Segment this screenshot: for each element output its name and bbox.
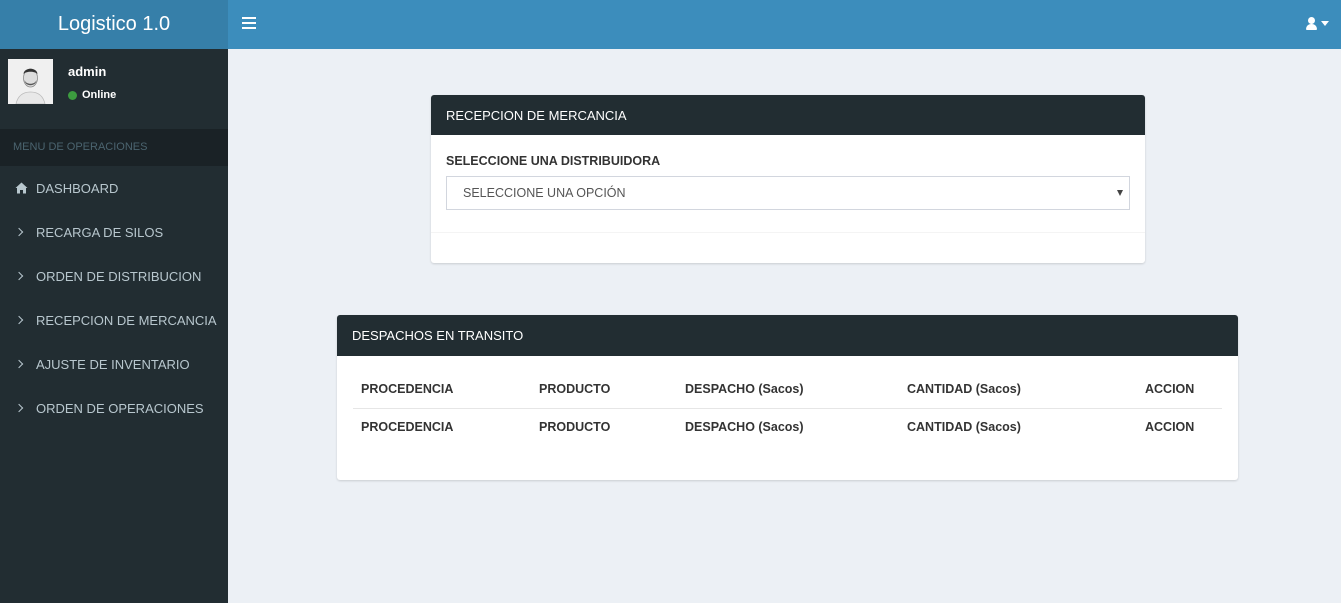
- top-navbar: [228, 0, 1341, 49]
- app-title: Logistico 1.0: [57, 13, 171, 35]
- chevron-right-icon: [14, 271, 24, 281]
- sidebar-item-dashboard[interactable]: DASHBOARD: [0, 166, 228, 210]
- status-label: Online: [82, 89, 117, 101]
- column-header[interactable]: DESPACHO (Sacos): [685, 382, 804, 396]
- column-header[interactable]: ACCION: [1145, 382, 1194, 396]
- column-header[interactable]: PROCEDENCIA: [361, 382, 453, 396]
- distributor-field-label: SELECCIONE UNA DISTRIBUIDORA: [446, 154, 661, 168]
- column-header[interactable]: CANTIDAD (Sacos): [907, 382, 1021, 396]
- sidebar-item-label: DASHBOARD: [36, 180, 119, 196]
- username[interactable]: admin: [68, 64, 106, 79]
- sidebar: admin Online MENU DE OPERACIONES DASHBOA…: [0, 49, 228, 603]
- column-footer: PROCEDENCIA: [361, 420, 454, 434]
- dropdown-arrow-icon: [1117, 190, 1123, 196]
- chevron-right-icon: [14, 315, 24, 325]
- distributor-select-value: SELECCIONE UNA OPCIÓN: [463, 186, 626, 200]
- box-footer-divider: [431, 232, 1145, 233]
- column-header[interactable]: PRODUCTO: [539, 382, 610, 396]
- table-footer-row: PROCEDENCIA PRODUCTO DESPACHO (Sacos) CA…: [353, 409, 1222, 446]
- chevron-right-icon: [14, 403, 24, 413]
- sidebar-item-orden-de-distribucion[interactable]: ORDEN DE DISTRIBUCION: [0, 254, 228, 298]
- column-footer: PRODUCTO: [539, 420, 611, 434]
- menu-header: MENU DE OPERACIONES: [0, 129, 228, 166]
- sidebar-item-label: ORDEN DE DISTRIBUCION: [36, 268, 202, 284]
- distributor-select[interactable]: SELECCIONE UNA OPCIÓN: [446, 176, 1130, 210]
- dispatches-table: PROCEDENCIA PRODUCTO DESPACHO (Sacos) CA…: [353, 372, 1222, 446]
- app-logo[interactable]: Logistico 1.0: [0, 0, 228, 49]
- user-panel: admin Online: [0, 49, 228, 129]
- dispatches-box: DESPACHOS EN TRANSITO PROCEDENCIA PRODUC…: [337, 315, 1238, 480]
- dispatches-box-title: DESPACHOS EN TRANSITO: [352, 328, 524, 343]
- sidebar-item-orden-de-operaciones[interactable]: ORDEN DE OPERACIONES: [0, 386, 228, 430]
- dispatches-box-header: DESPACHOS EN TRANSITO: [337, 315, 1238, 356]
- column-footer: ACCION: [1145, 420, 1195, 434]
- sidebar-item-label: AJUSTE DE INVENTARIO: [36, 356, 190, 372]
- chevron-right-icon: [14, 359, 24, 369]
- column-footer: CANTIDAD (Sacos): [907, 420, 1021, 434]
- sidebar-item-recarga-de-silos[interactable]: RECARGA DE SILOS: [0, 210, 228, 254]
- reception-box: RECEPCION DE MERCANCIA SELECCIONE UNA DI…: [431, 95, 1145, 263]
- status-dot-icon: [68, 90, 77, 100]
- online-status: Online: [68, 89, 116, 101]
- sidebar-item-label: ORDEN DE OPERACIONES: [36, 400, 204, 416]
- home-icon: [15, 182, 36, 194]
- sidebar-item-label: RECARGA DE SILOS: [36, 224, 164, 240]
- user-menu-button[interactable]: [1306, 16, 1329, 30]
- sidebar-item-ajuste-de-inventario[interactable]: AJUSTE DE INVENTARIO: [0, 342, 228, 386]
- user-icon: [1306, 16, 1317, 30]
- avatar: [8, 59, 53, 104]
- sidebar-toggle-icon[interactable]: [242, 17, 256, 31]
- caret-down-icon: [1321, 20, 1329, 26]
- table-header-row: PROCEDENCIA PRODUCTO DESPACHO (Sacos) CA…: [353, 372, 1222, 409]
- sidebar-item-label: RECEPCION DE MERCANCIA: [36, 312, 217, 328]
- chevron-right-icon: [14, 227, 24, 237]
- column-footer: DESPACHO (Sacos): [685, 420, 804, 434]
- reception-box-header: RECEPCION DE MERCANCIA: [431, 95, 1145, 135]
- sidebar-item-recepcion-de-mercancia[interactable]: RECEPCION DE MERCANCIA: [0, 298, 228, 342]
- reception-box-title: RECEPCION DE MERCANCIA: [446, 107, 627, 123]
